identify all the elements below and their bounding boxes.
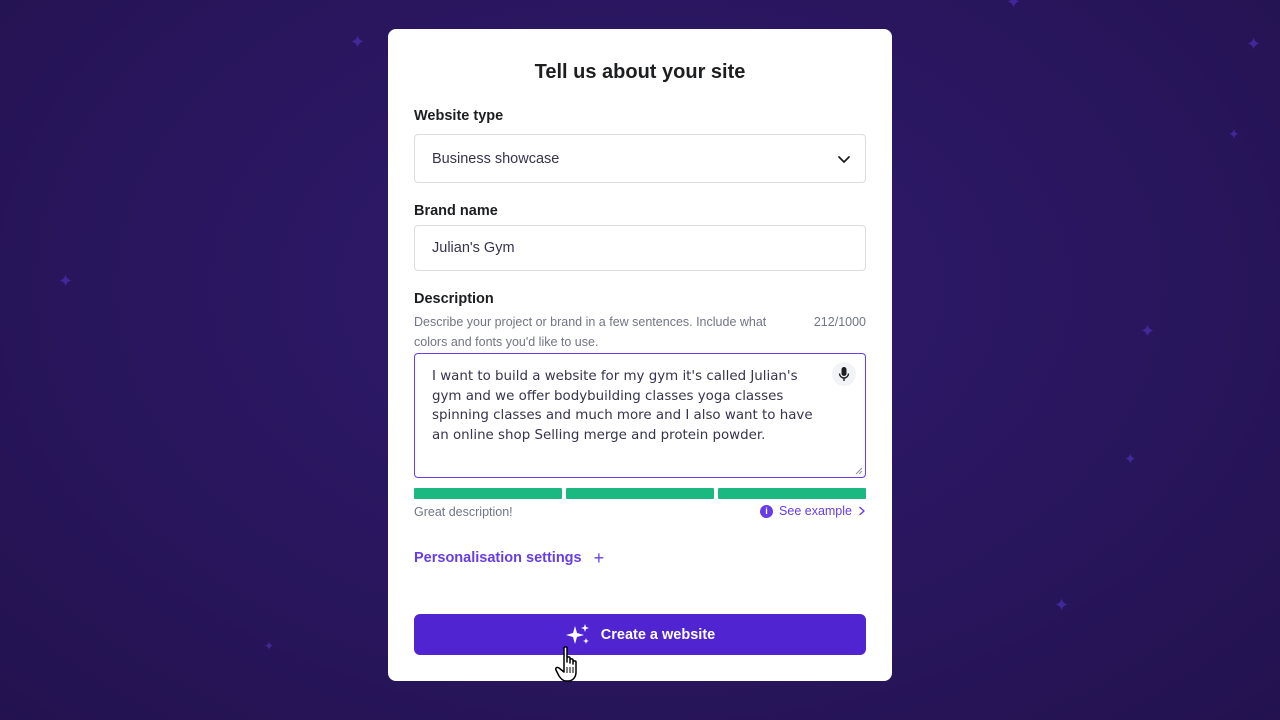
- brand-name-input[interactable]: Julian's Gym: [414, 225, 866, 271]
- sparkle-decoration: ✦: [1124, 450, 1137, 468]
- brand-name-value: Julian's Gym: [432, 240, 515, 256]
- quality-bar-segment: [414, 488, 562, 499]
- description-helper: Describe your project or brand in a few …: [414, 315, 767, 349]
- see-example-label: See example: [779, 504, 852, 518]
- personalisation-settings-label: Personalisation settings: [414, 550, 582, 566]
- hand-cursor-icon: [555, 646, 577, 682]
- website-type-value: Business showcase: [432, 151, 560, 167]
- dialog-title: Tell us about your site: [534, 61, 746, 83]
- see-example-link[interactable]: i See example: [760, 504, 866, 518]
- sparkle-decoration: ✦: [1006, 0, 1022, 13]
- website-type-label: Website type: [414, 108, 504, 124]
- brand-name-label: Brand name: [414, 203, 498, 219]
- character-counter: 212/1000: [813, 315, 866, 329]
- sparkle-decoration: ✦: [350, 32, 366, 53]
- chevron-right-icon: [859, 506, 865, 516]
- sparkle-decoration: ✦: [1140, 321, 1156, 342]
- plus-icon: +: [593, 548, 605, 568]
- create-website-button[interactable]: Create a website: [414, 614, 866, 655]
- description-textarea[interactable]: I want to build a website for my gym it'…: [414, 353, 866, 478]
- microphone-icon: [838, 367, 850, 381]
- site-setup-dialog: Tell us about your site Website type Bus…: [388, 29, 892, 681]
- description-text: I want to build a website for my gym it'…: [432, 369, 813, 443]
- quality-bar-segment: [718, 488, 866, 499]
- personalisation-settings-toggle[interactable]: Personalisation settings +: [414, 549, 604, 567]
- sparkle-decoration: ✦: [1054, 595, 1070, 616]
- quality-bar-segment: [566, 488, 714, 499]
- resize-handle[interactable]: [855, 467, 863, 475]
- sparkle-decoration: ✦: [264, 639, 275, 653]
- chevron-down-icon: [838, 156, 850, 163]
- description-label: Description: [414, 291, 494, 307]
- sparkles-icon: [565, 623, 589, 644]
- sparkle-decoration: ✦: [58, 271, 74, 292]
- description-quality-text: Great description!: [414, 505, 513, 519]
- sparkle-decoration: ✦: [1246, 34, 1262, 55]
- microphone-button[interactable]: [832, 362, 856, 386]
- website-type-select[interactable]: Business showcase: [414, 134, 866, 183]
- info-icon: i: [760, 504, 774, 518]
- sparkle-decoration: ✦: [1228, 127, 1240, 143]
- create-website-label: Create a website: [600, 626, 716, 643]
